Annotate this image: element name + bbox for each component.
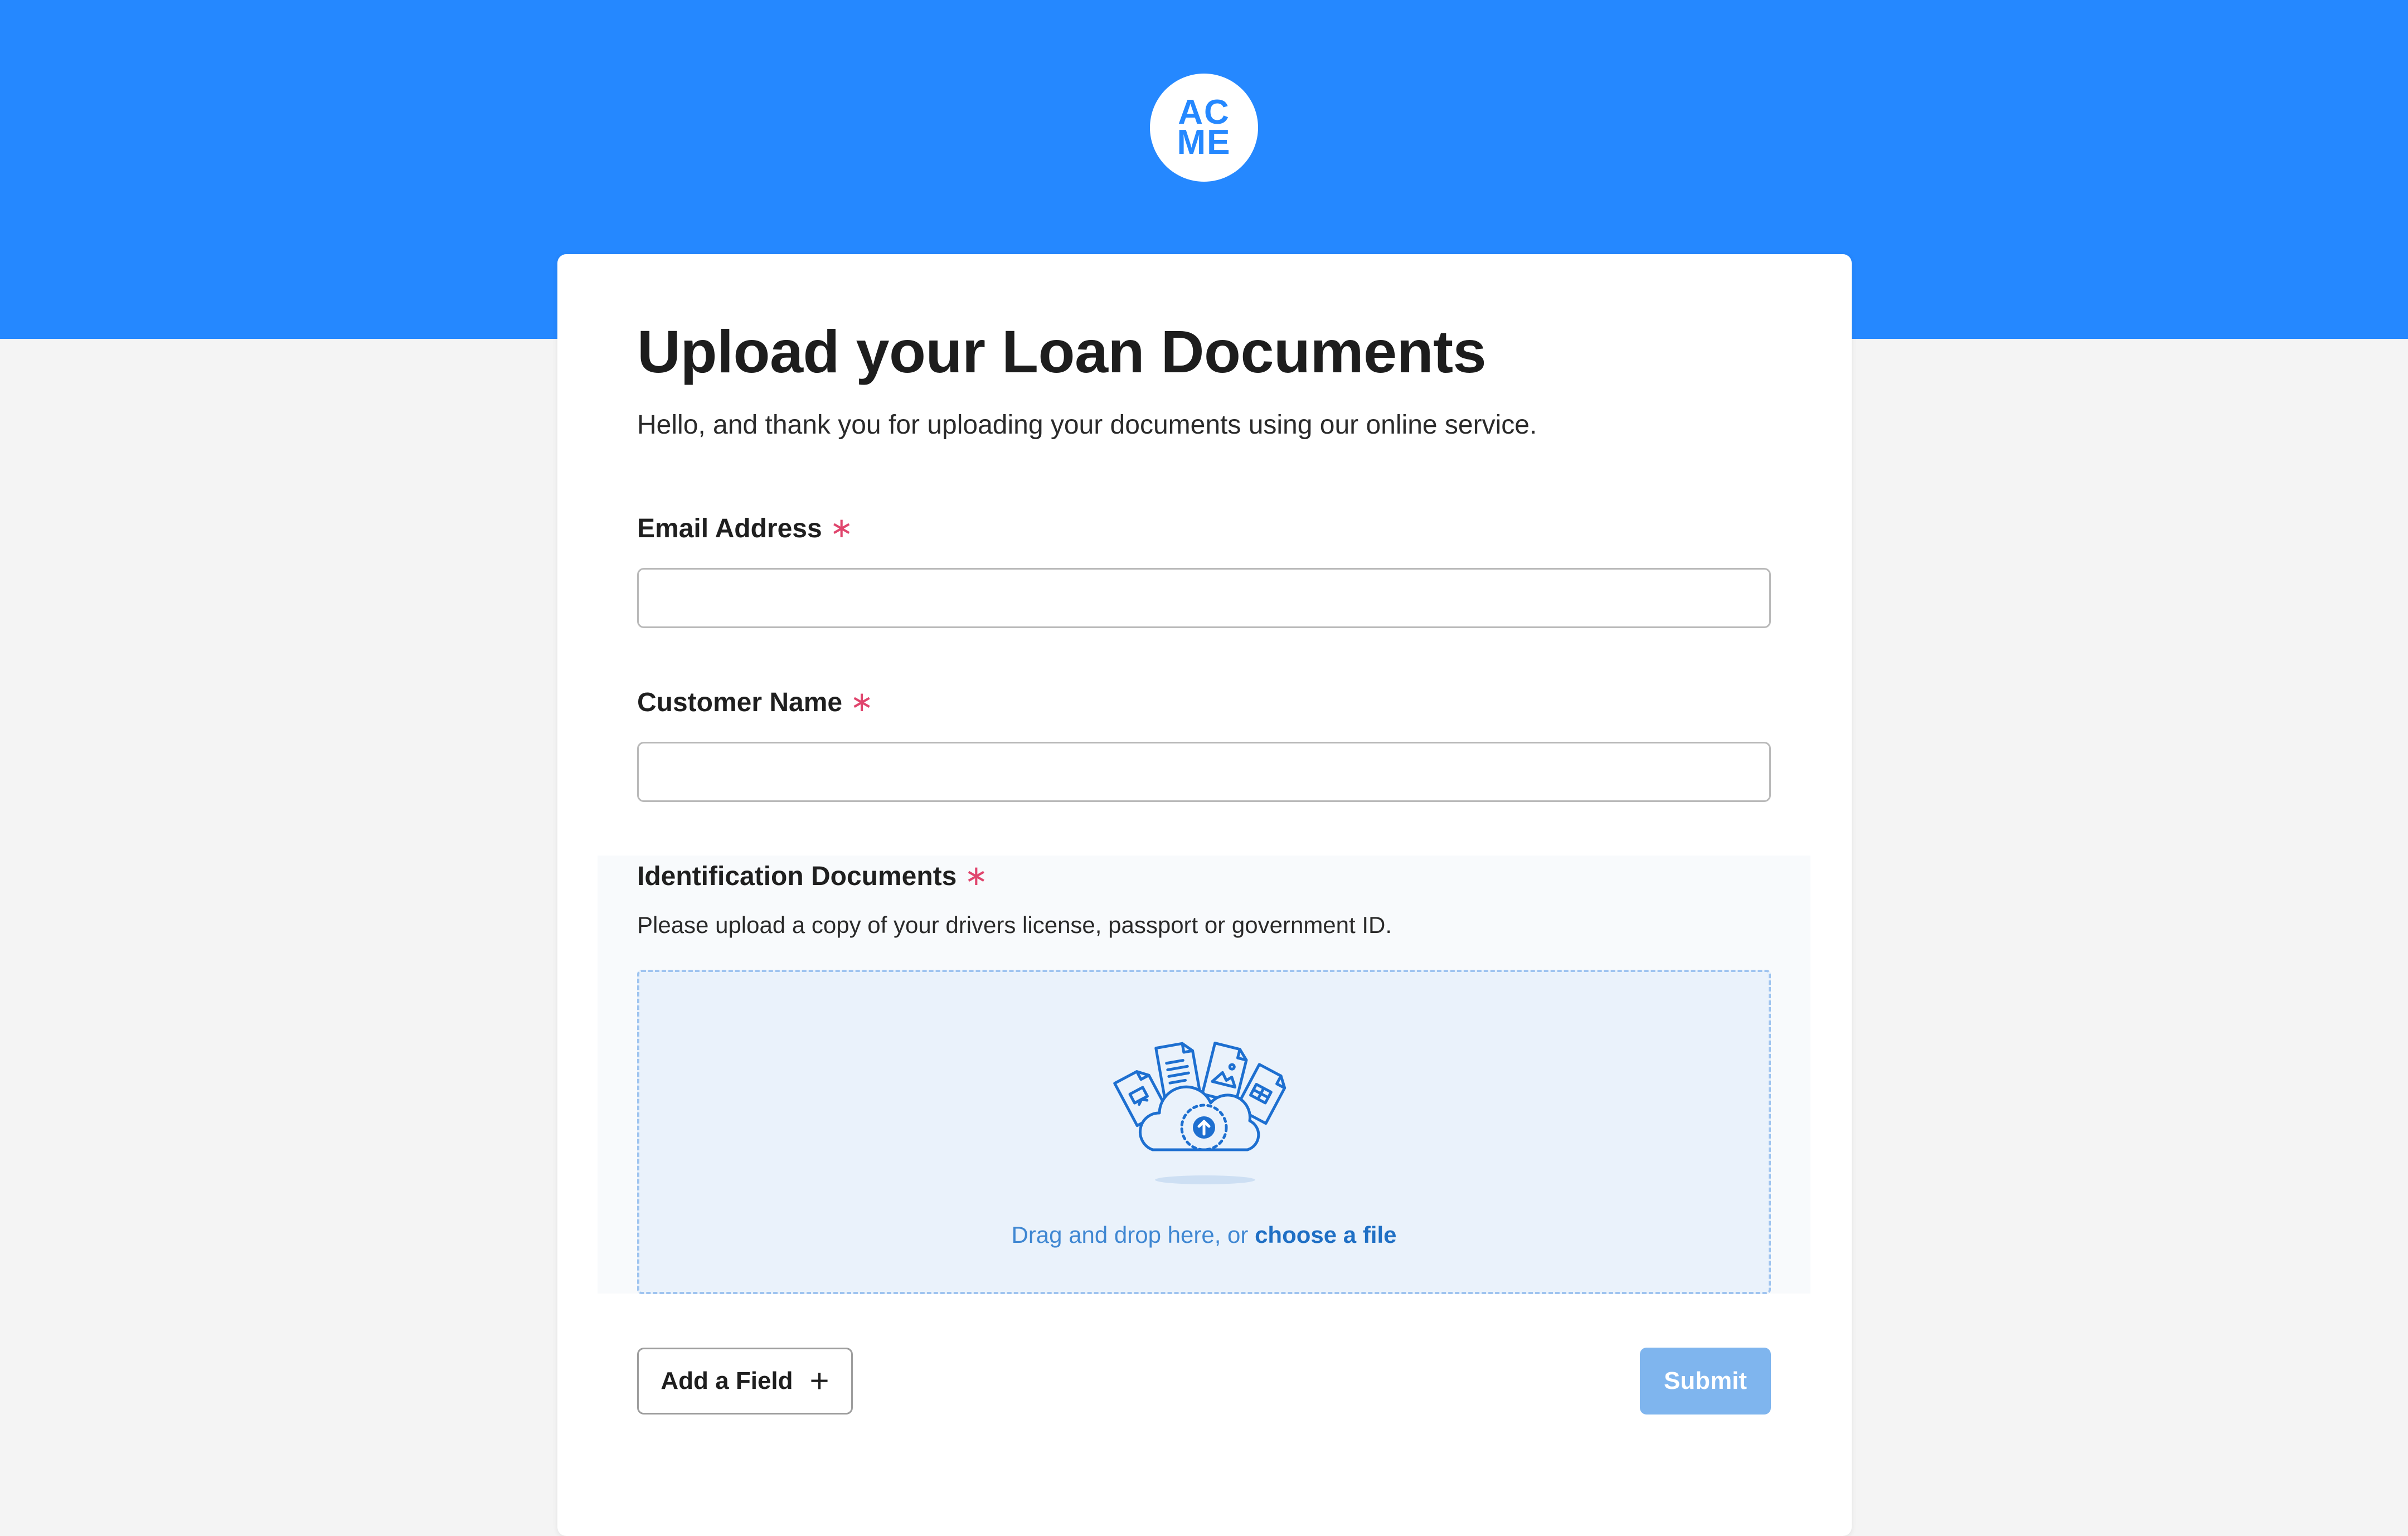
customer-name-field[interactable] [637, 742, 1771, 802]
drop-instruction: Drag and drop here, or [1011, 1222, 1255, 1248]
required-marker: ∗ [829, 512, 853, 543]
identification-documents-label-text: Identification Documents [637, 862, 957, 891]
add-field-button[interactable]: Add a Field + [637, 1348, 853, 1415]
page-title: Upload your Loan Documents [637, 318, 1487, 385]
intro-text: Hello, and thank you for uploading your … [637, 410, 1537, 440]
plus-icon: + [809, 1362, 829, 1399]
email-label: Email Address ∗ [637, 512, 853, 544]
customer-name-label: Customer Name ∗ [637, 686, 873, 718]
upload-help-text: Please upload a copy of your drivers lic… [637, 912, 1392, 938]
email-field[interactable] [637, 568, 1771, 628]
choose-file-link[interactable]: choose a file [1255, 1222, 1396, 1248]
dropzone-text: Drag and drop here, or choose a file [637, 1222, 1771, 1248]
required-marker: ∗ [850, 686, 874, 717]
add-field-label: Add a Field [661, 1367, 793, 1394]
identification-documents-label: Identification Documents ∗ [637, 859, 988, 892]
submit-button[interactable]: Submit [1640, 1348, 1771, 1415]
email-label-text: Email Address [637, 514, 822, 543]
logo-line-2: ME [1177, 123, 1231, 162]
cloud-upload-icon [1113, 1042, 1286, 1184]
required-marker: ∗ [964, 860, 988, 891]
customer-name-label-text: Customer Name [637, 688, 843, 717]
acme-logo: AC ME [1150, 74, 1258, 182]
